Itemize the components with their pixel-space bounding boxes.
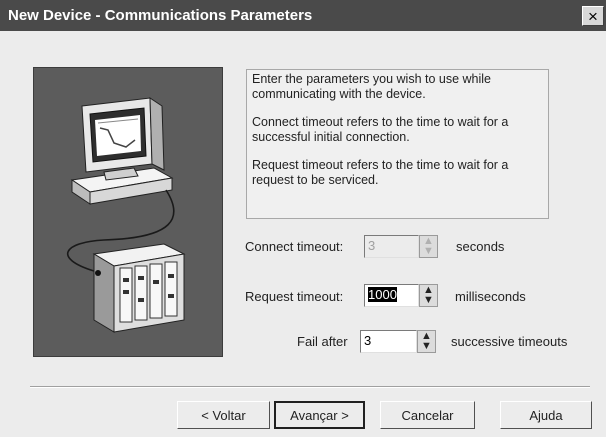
info-paragraph: Enter the parameters you wish to use whi… xyxy=(252,72,492,101)
plc-device-icon xyxy=(92,243,186,333)
dialog-window: New Device - Communications Parameters × xyxy=(0,0,606,437)
spin-down-icon: ▼ xyxy=(423,294,434,306)
window-title: New Device - Communications Parameters xyxy=(8,7,313,24)
request-timeout-value: 1000 xyxy=(368,287,397,302)
computer-and-device-illustration xyxy=(66,97,186,333)
close-button[interactable]: × xyxy=(582,6,604,26)
connect-timeout-spinner[interactable]: ▲ ▼ xyxy=(419,235,438,258)
info-paragraph: Request timeout refers to the time to wa… xyxy=(252,158,509,187)
button-separator xyxy=(30,386,590,388)
close-icon: × xyxy=(588,6,598,26)
wizard-illustration xyxy=(33,67,223,357)
connect-timeout-label: Connect timeout: xyxy=(245,239,344,254)
request-timeout-unit: milliseconds xyxy=(455,289,526,304)
connect-timeout-unit: seconds xyxy=(456,239,505,254)
connect-timeout-input[interactable]: 3 xyxy=(364,235,419,258)
fail-after-spinner[interactable]: ▲ ▼ xyxy=(417,330,436,353)
spin-down-icon: ▼ xyxy=(423,245,434,257)
request-timeout-input[interactable]: 1000 xyxy=(364,284,419,307)
request-timeout-label: Request timeout: xyxy=(245,289,344,304)
fail-after-label: Fail after xyxy=(297,334,348,349)
info-panel: Enter the parameters you wish to use whi… xyxy=(246,69,549,219)
title-bar[interactable]: New Device - Communications Parameters × xyxy=(0,0,606,31)
fail-after-value: 3 xyxy=(364,333,372,348)
request-timeout-spinner[interactable]: ▲ ▼ xyxy=(419,284,438,307)
help-button[interactable]: Ajuda xyxy=(500,401,592,429)
computer-monitor-icon xyxy=(70,97,174,205)
spin-down-icon: ▼ xyxy=(421,340,432,352)
connect-timeout-value: 3 xyxy=(368,238,376,253)
cancel-button[interactable]: Cancelar xyxy=(380,401,475,429)
fail-after-unit: successive timeouts xyxy=(451,334,568,349)
info-paragraph: Connect timeout refers to the time to wa… xyxy=(252,115,509,144)
fail-after-input[interactable]: 3 xyxy=(360,330,417,353)
next-button[interactable]: Avançar > xyxy=(274,401,365,429)
back-button[interactable]: < Voltar xyxy=(177,401,270,429)
